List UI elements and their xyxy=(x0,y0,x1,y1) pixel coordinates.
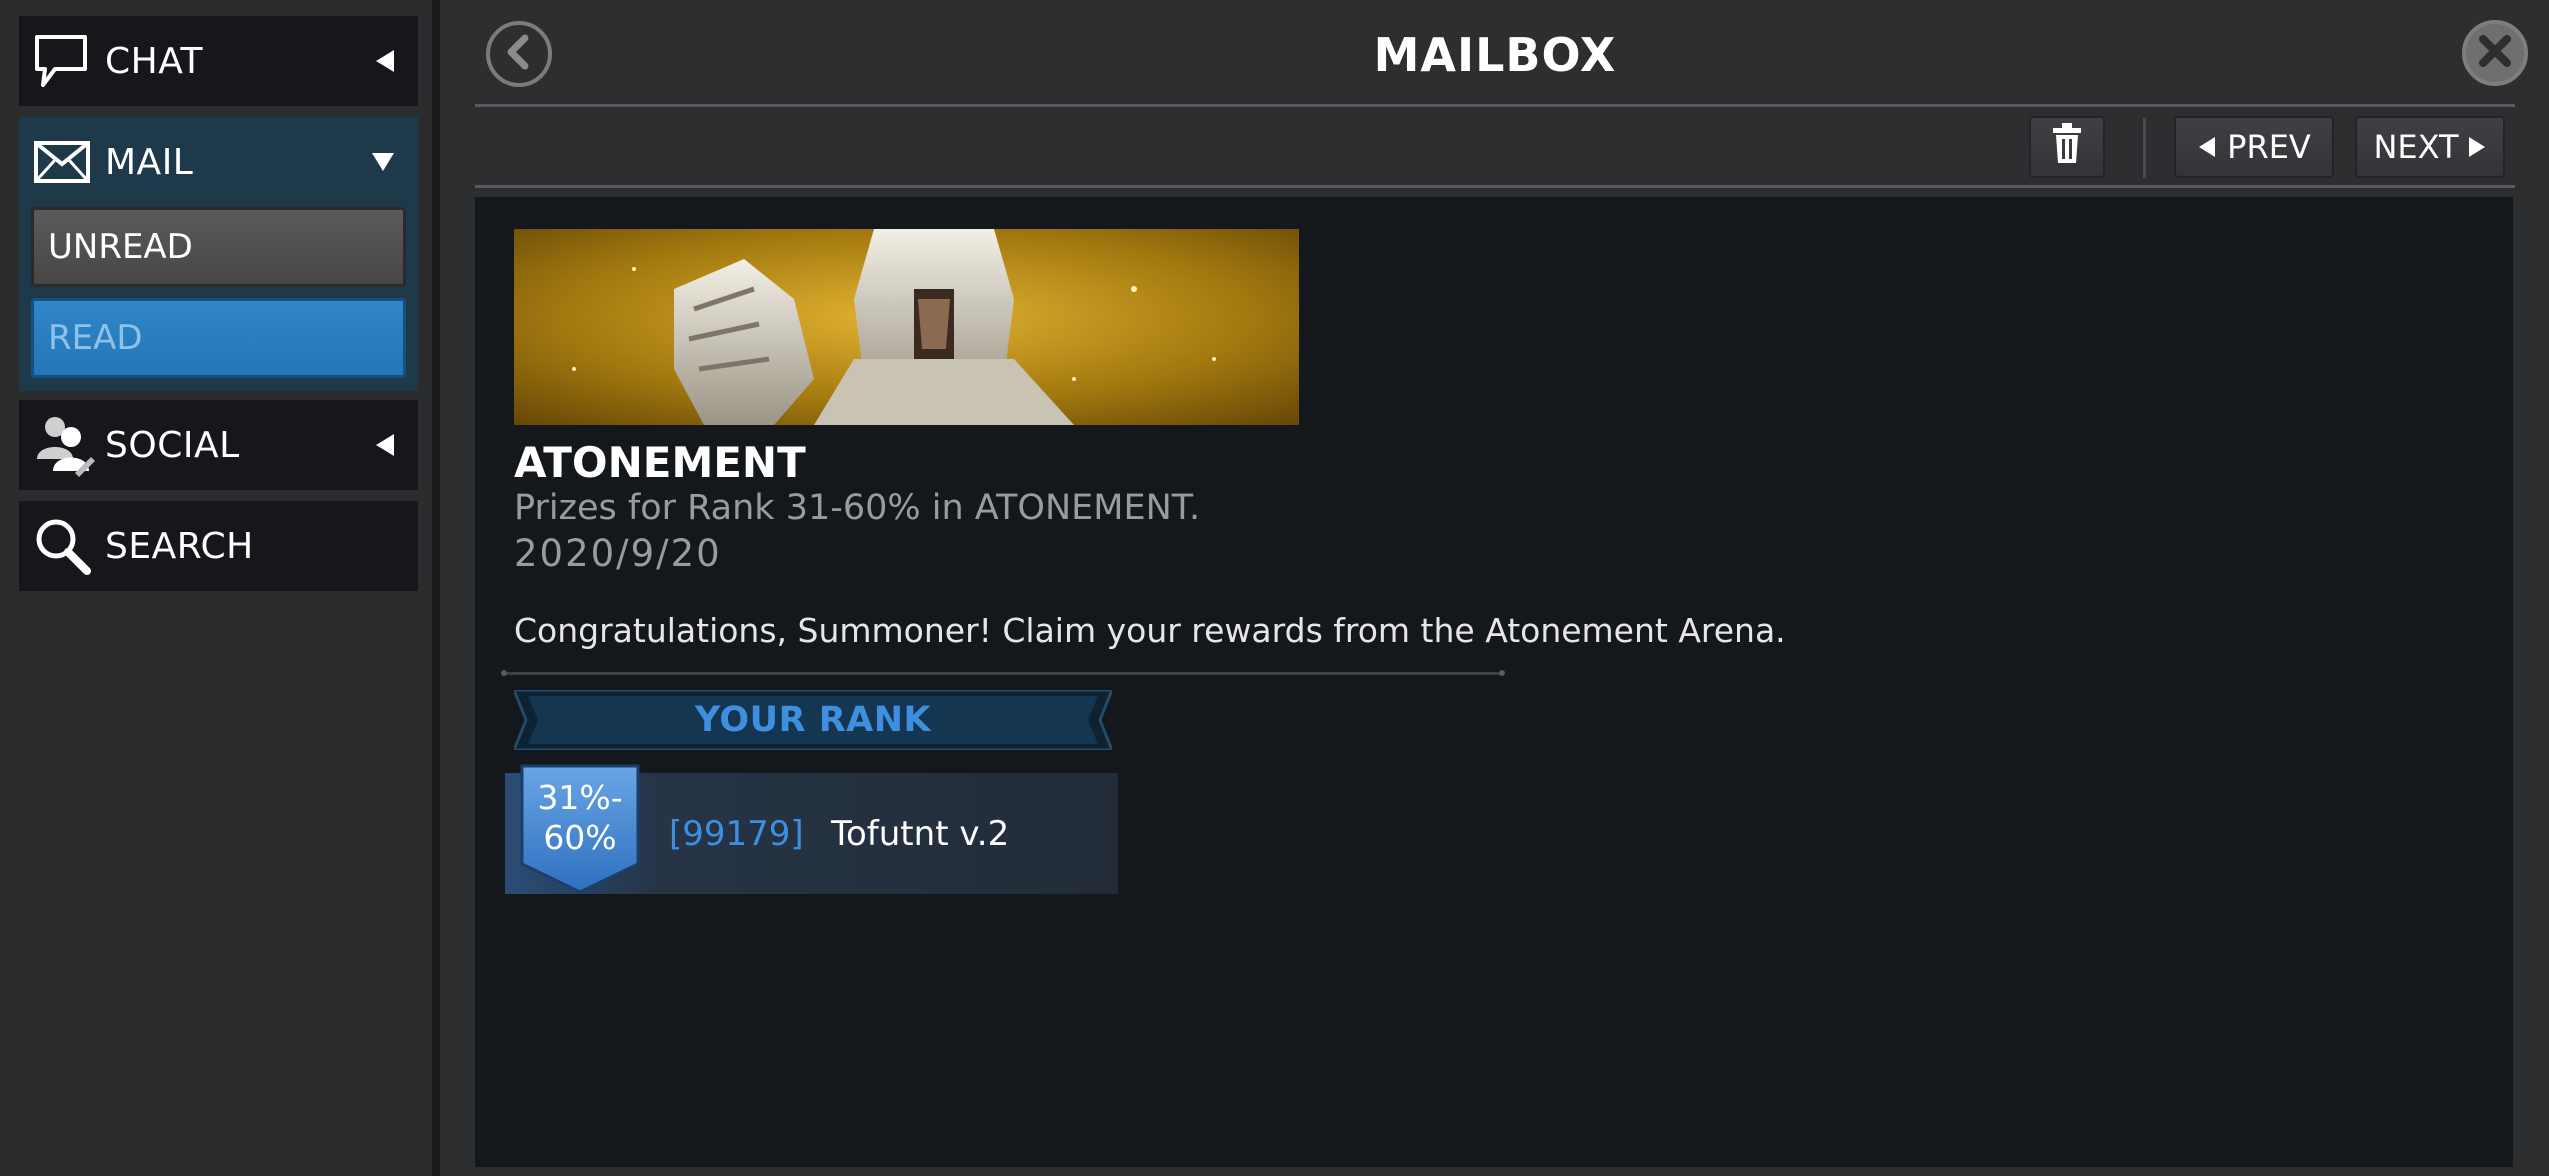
chevron-left-icon xyxy=(374,432,396,458)
sidebar-item-label: SEARCH xyxy=(105,525,254,567)
sidebar-divider xyxy=(432,0,440,1176)
next-button[interactable]: NEXT xyxy=(2355,116,2505,178)
mail-banner-image xyxy=(514,229,1299,425)
prev-button[interactable]: PREV xyxy=(2174,116,2334,178)
player-id: [99179] xyxy=(669,814,804,854)
close-button[interactable] xyxy=(2462,20,2528,86)
mail-subtitle: Prizes for Rank 31-60% in ATONEMENT. xyxy=(514,488,1201,528)
rank-badge-line: 60% xyxy=(543,818,617,857)
toolbar-divider xyxy=(475,185,2515,188)
close-x-icon xyxy=(2475,31,2515,75)
triangle-left-icon xyxy=(2197,135,2217,159)
mail-body-text: Congratulations, Summoner! Claim your re… xyxy=(514,611,1786,650)
sidebar-item-label: MAIL xyxy=(105,141,194,183)
sidebar-item-label: CHAT xyxy=(105,40,204,82)
triangle-right-icon xyxy=(2467,135,2487,159)
trash-icon xyxy=(2051,123,2083,171)
social-people-icon xyxy=(33,413,95,477)
mail-filter-label: READ xyxy=(48,318,143,358)
delete-button[interactable] xyxy=(2029,116,2105,178)
sidebar-mail-group: MAIL UNREAD READ xyxy=(19,117,418,391)
back-arrow-icon xyxy=(499,32,539,76)
header-divider xyxy=(475,104,2515,107)
sidebar: CHAT MAIL UNREAD READ SOCIAL SEARCH xyxy=(0,0,432,1176)
back-button[interactable] xyxy=(486,21,552,87)
sidebar-item-social[interactable]: SOCIAL xyxy=(19,400,418,490)
content-divider xyxy=(501,670,1505,676)
mail-date: 2020/9/20 xyxy=(514,532,722,575)
envelope-icon xyxy=(33,140,91,184)
mail-filter-label: UNREAD xyxy=(48,227,193,267)
sidebar-item-label: SOCIAL xyxy=(105,424,240,466)
rank-badge-line: 31%- xyxy=(537,778,623,817)
sidebar-item-mail[interactable]: MAIL xyxy=(19,117,418,207)
sidebar-item-search[interactable]: SEARCH xyxy=(19,501,418,591)
chevron-down-icon xyxy=(370,151,396,173)
search-icon xyxy=(33,516,93,576)
page-title: MAILBOX xyxy=(1373,28,1617,82)
player-name: Tofutnt v.2 xyxy=(831,814,1010,854)
chevron-left-icon xyxy=(374,48,396,74)
prev-label: PREV xyxy=(2227,128,2311,166)
mail-title: ATONEMENT xyxy=(514,438,806,487)
toolbar-separator xyxy=(2143,118,2146,178)
rank-header-label: YOUR RANK xyxy=(694,700,932,740)
sidebar-item-chat[interactable]: CHAT xyxy=(19,16,418,106)
next-label: NEXT xyxy=(2373,128,2459,166)
rank-badge-text: 31%- 60% xyxy=(520,778,640,858)
chat-bubble-icon xyxy=(33,31,89,91)
mail-filter-unread[interactable]: UNREAD xyxy=(31,207,406,287)
mail-filter-read[interactable]: READ xyxy=(31,298,406,378)
